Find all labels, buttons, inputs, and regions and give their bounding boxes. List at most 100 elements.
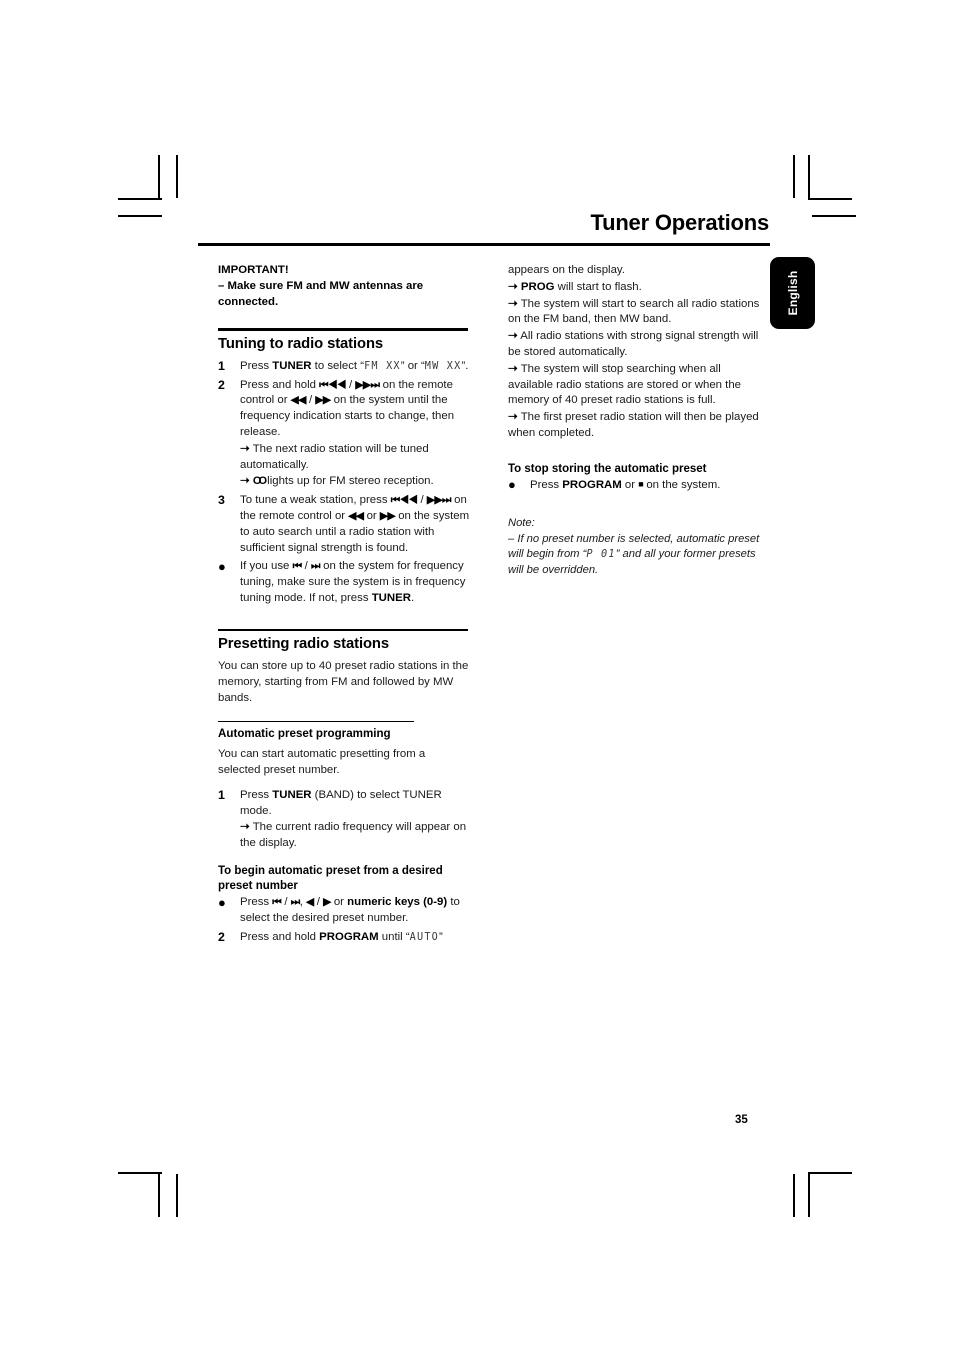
page-number: 35: [735, 1114, 748, 1126]
crop-mark-top-left-outer-horizontal: [118, 215, 162, 217]
continuation-text: appears on the display.: [508, 264, 625, 276]
step-text: If you use ⏮ / ⏭ on the system for frequ…: [240, 559, 470, 606]
step-text-lead: Press: [530, 479, 563, 492]
skip-forward-icon: ▶▶⏭: [426, 494, 452, 507]
result-line-first-preset: ➝ The first preset radio station will th…: [508, 409, 760, 442]
crop-mark-bottom-right-horizontal: [808, 1172, 852, 1174]
result-arrow-icon: ➝: [508, 329, 518, 343]
bullet-icon: ●: [508, 477, 516, 493]
separator: or: [621, 479, 639, 492]
separator: /: [305, 394, 316, 407]
lcd-display-auto: AUTO: [409, 931, 440, 943]
step-text-mid: or: [330, 895, 348, 908]
rewind-icon: ◀◀: [290, 394, 307, 407]
stereo-indicator-icon: OO: [252, 475, 267, 488]
crop-mark-top-right-outer-horizontal: [812, 215, 856, 217]
stop-storing-bullet: ● Press PROGRAM or ■ on the system.: [508, 477, 760, 494]
crop-mark-top-right-tick: [793, 155, 795, 198]
step-text: Press and hold PROGRAM until “AUTO”: [240, 930, 470, 946]
next-track-icon: ⏭: [290, 895, 300, 908]
separator: or: [363, 510, 380, 523]
auto-preset-subheading: Automatic preset programming: [218, 727, 391, 741]
crop-mark-bottom-left-horizontal: [118, 1172, 162, 1174]
program-button-ref: PROGRAM: [562, 479, 622, 492]
crop-mark-top-left-vertical: [158, 155, 160, 200]
result-arrow-icon: ➝: [508, 410, 518, 424]
step-result: The current radio frequency will appear …: [240, 821, 467, 850]
step-text-tail: on the system.: [643, 479, 721, 492]
step-text-tail: ”.: [461, 359, 469, 372]
presetting-section-header: Presetting radio stations: [218, 628, 470, 655]
lcd-display-fm: FM XX: [364, 360, 401, 372]
subsection-rule: [218, 720, 414, 723]
numeric-keys-ref: numeric keys (0-9): [347, 895, 448, 908]
preset-step-1: 1 Press TUNER (BAND) to select TUNER mod…: [218, 788, 470, 852]
step-marker: 1: [218, 358, 225, 373]
tuner-button-ref: TUNER: [371, 592, 411, 605]
result-text: The system will start to search all radi…: [508, 297, 760, 326]
result-line-prog: ➝ PROG will start to flash.: [508, 279, 760, 296]
crop-mark-bottom-left-vertical: [158, 1172, 160, 1217]
result-line-stop: ➝ The system will stop searching when al…: [508, 361, 760, 409]
left-arrow-icon: ◀: [306, 895, 314, 908]
crop-mark-bottom-left-tick: [176, 1174, 178, 1217]
tuning-section-heading: Tuning to radio stations: [218, 335, 384, 352]
tuning-step-1: 1 Press TUNER to select “FM XX” or “MW X…: [218, 359, 470, 375]
desired-preset-heading: To begin automatic preset from a desired…: [218, 864, 443, 893]
step-marker: 1: [218, 787, 225, 802]
result-arrow-icon: ➝: [508, 279, 518, 293]
auto-preset-subheader: Automatic preset programming: [218, 720, 470, 742]
tuning-note-bullet: ● If you use ⏮ / ⏭ on the system for fre…: [218, 559, 470, 606]
skip-forward-icon: ▶▶⏭: [355, 378, 380, 391]
note-block: Note: – If no preset number is selected,…: [508, 516, 760, 578]
separator: /: [281, 895, 291, 908]
result-line-store: ➝ All radio stations with strong signal …: [508, 328, 760, 361]
header-rule: [198, 243, 770, 246]
important-heading: IMPORTANT!: [218, 264, 289, 276]
preset-step-2: 2 Press and hold PROGRAM until “AUTO”: [218, 930, 470, 946]
language-tab-label: English: [785, 270, 800, 316]
crop-mark-top-left-horizontal: [118, 198, 162, 200]
chapter-title: Tuner Operations: [590, 210, 769, 235]
auto-preset-intro: You can start automatic presetting from …: [218, 748, 426, 776]
result-text: The system will stop searching when all …: [508, 362, 742, 407]
rewind-icon: ◀◀: [348, 510, 364, 523]
tuning-step-2: 2 Press and hold ⏮◀◀ / ▶▶⏭ on the remote…: [218, 378, 470, 491]
result-line-search: ➝ The system will start to search all ra…: [508, 296, 760, 329]
lcd-display-p01: P 01: [586, 549, 616, 561]
result-arrow-icon: ➝: [240, 474, 250, 488]
crop-mark-bottom-right-tick: [793, 1174, 795, 1217]
section-rule: [218, 328, 468, 331]
step-result-2: lights up for FM stereo reception.: [264, 475, 434, 488]
result-text: All radio stations with strong signal st…: [508, 330, 759, 358]
page-body: Tuner Operations IMPORTANT! – Make sure …: [198, 210, 770, 1170]
fast-forward-icon: ▶▶: [379, 510, 396, 523]
right-column: appears on the display. ➝ PROG will star…: [508, 263, 760, 578]
step-text-lead: Press and hold: [240, 378, 320, 391]
section-rule: [218, 628, 468, 632]
step-text-lead: Press: [240, 788, 273, 801]
result-arrow-icon: ➝: [508, 361, 518, 375]
previous-track-icon: ⏮: [272, 895, 282, 908]
program-button-ref: PROGRAM: [319, 930, 379, 943]
result-text: The first preset radio station will then…: [508, 411, 759, 439]
step-text-mid: until “: [378, 930, 410, 943]
important-line: – Make sure FM and MW antennas are conne…: [218, 279, 424, 308]
skip-backward-icon: ⏮◀◀: [390, 494, 418, 507]
step-text-tail: .: [410, 592, 415, 605]
stop-storing-heading: To stop storing the automatic preset: [508, 462, 707, 475]
step-text: To tune a weak station, press ⏮◀◀ / ▶▶⏭ …: [240, 493, 470, 556]
step-text: Press ⏮ / ⏭, ◀ / ▶ or numeric keys (0-9)…: [240, 895, 470, 927]
lcd-display-mw: MW XX: [424, 360, 462, 372]
step-text-lead: Press: [240, 895, 273, 908]
step-text-tail: ”: [439, 930, 443, 943]
fast-forward-icon: ▶▶: [315, 394, 331, 407]
result-text: will start to flash.: [554, 280, 642, 293]
step-text-between: ” or “: [400, 359, 425, 372]
step-text: Press and hold ⏮◀◀ / ▶▶⏭ on the remote c…: [240, 378, 470, 491]
note-label: Note:: [508, 517, 535, 530]
next-track-icon: ⏭: [311, 560, 320, 573]
presetting-section-heading: Presetting radio stations: [218, 636, 389, 653]
step-marker: 3: [218, 493, 225, 508]
separator: /: [313, 895, 324, 908]
